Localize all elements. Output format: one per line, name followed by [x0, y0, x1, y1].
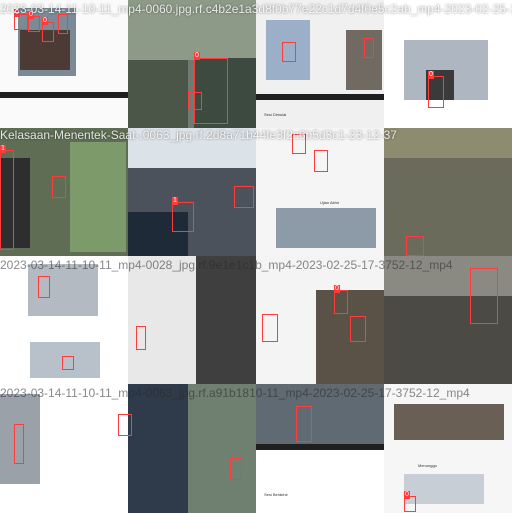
detection-box: [428, 76, 444, 108]
detection-box: [0, 150, 14, 250]
detection-box: [38, 276, 50, 298]
tile-r1c3: [256, 0, 384, 128]
tile-r2c3: [256, 128, 384, 256]
detection-label: 0: [42, 17, 48, 25]
filename-overlay: 2023-03-14-11-10-11_mp4-0060.jpg.rf.c4b2…: [0, 2, 512, 16]
detection-box: [118, 414, 132, 436]
detection-box: [52, 176, 66, 198]
detection-box: [14, 424, 24, 464]
detection-box: [334, 290, 348, 314]
slide-caption: Sesi Dimulai: [264, 112, 287, 117]
tile-r2c4: [384, 128, 512, 256]
filename-overlay: 2023-03-14-11-10-11_mp4-0028_jpg.rf.9e1e…: [0, 258, 453, 272]
detection-box: [42, 22, 54, 42]
detection-box: [58, 14, 68, 34]
tile-r4c2: [128, 384, 256, 513]
detection-box: [262, 314, 278, 342]
detection-box: [234, 186, 254, 208]
tile-r1c4: [384, 0, 512, 128]
detection-box: [406, 236, 424, 256]
detection-box: [350, 316, 366, 342]
filename-overlay: 2023-03-14-11-10-11_mp4-0063_jpg.rf.a91b…: [0, 386, 470, 400]
augmented-image-mosaic: 0 0 0 0 0 1 1 0 0 2023-03-14-11-10-11_mp…: [0, 0, 512, 513]
detection-box: [194, 58, 228, 124]
detection-box: [188, 92, 202, 110]
detection-box: [62, 356, 74, 370]
detection-label: 0: [194, 52, 200, 60]
detection-label: 0: [404, 491, 410, 499]
detection-label: 0: [334, 285, 340, 293]
tile-r3c2: [128, 256, 256, 384]
detection-box: [230, 458, 242, 480]
slide-caption: Ujian Akhir: [320, 200, 340, 205]
detection-box: [172, 202, 194, 232]
detection-box: [470, 268, 498, 324]
detection-label: 1: [0, 145, 6, 153]
detection-box: [296, 406, 312, 442]
detection-label: 1: [172, 197, 178, 205]
detection-box: [314, 150, 328, 172]
detection-label: 0: [428, 71, 434, 79]
slide-caption: Sesi Berakhir: [264, 492, 288, 497]
detection-box: [136, 326, 146, 350]
detection-box: [364, 38, 374, 58]
filename-overlay: Kelasaan-Menentek-Saat-.0063_jpg.rf.2d8a…: [0, 128, 397, 142]
slide-caption: Menunggu: [418, 463, 437, 468]
detection-box: [282, 42, 296, 62]
